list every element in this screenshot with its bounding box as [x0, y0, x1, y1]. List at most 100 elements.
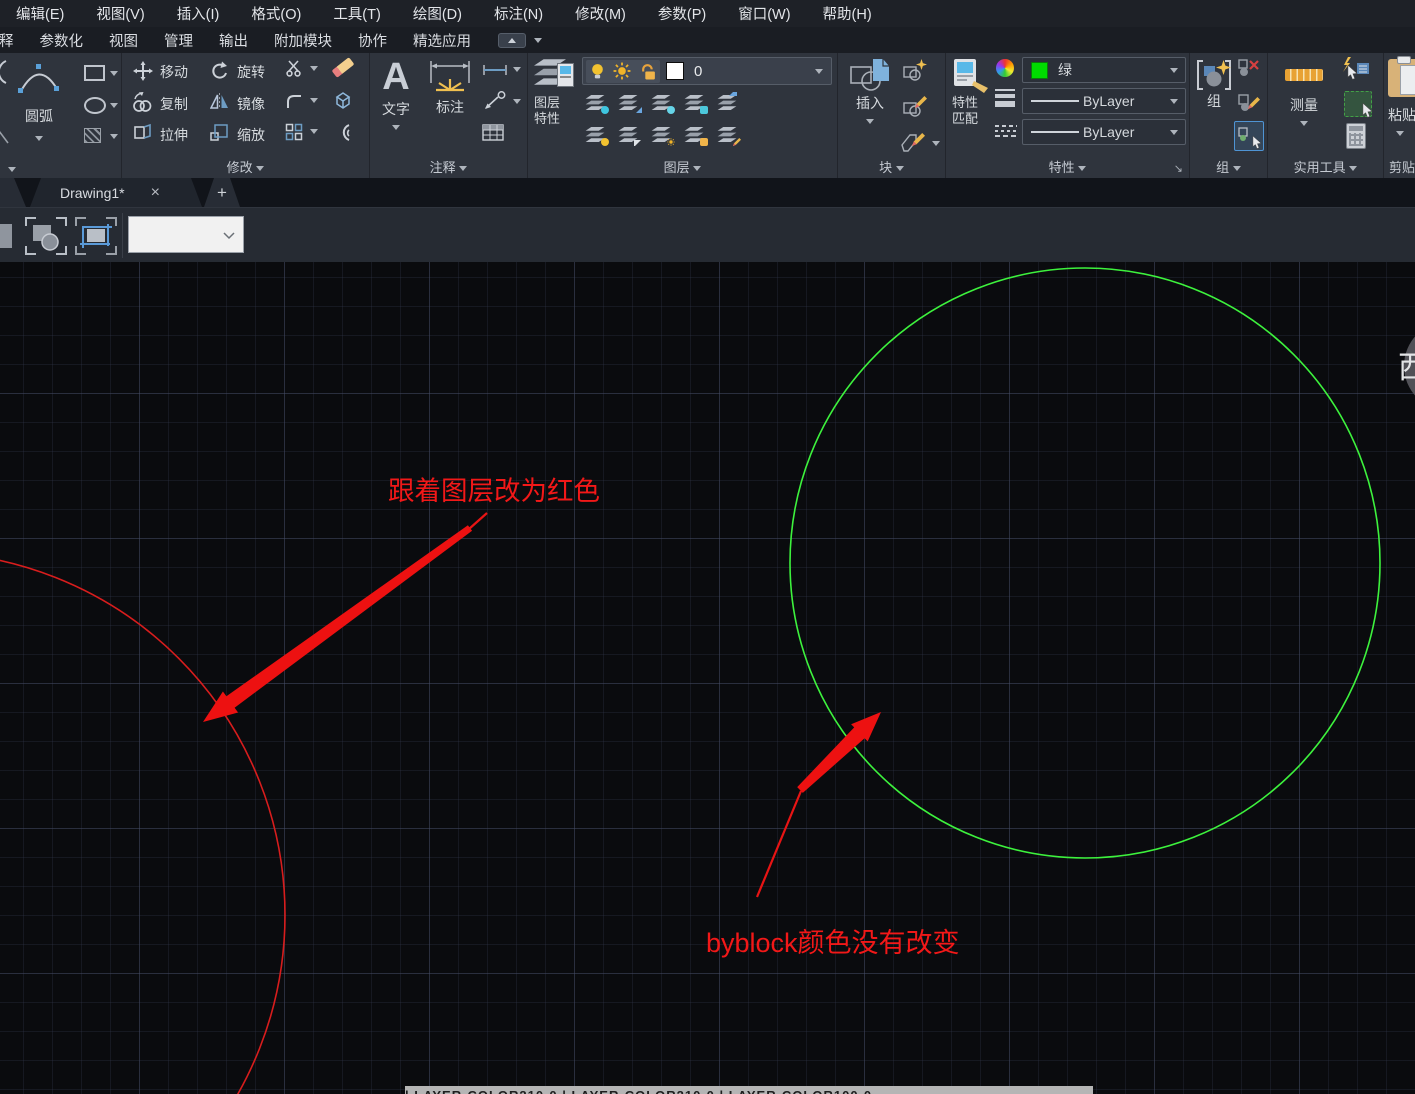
linetype-button[interactable] — [995, 125, 1017, 137]
linetype-dropdown[interactable]: ByLayer — [1022, 119, 1186, 145]
trim-caret-icon[interactable] — [310, 66, 318, 71]
panel-utilities-label[interactable]: 实用工具 — [1268, 157, 1383, 176]
file-tab-drawing1[interactable]: Drawing1* × — [30, 178, 202, 207]
group-edit-button[interactable] — [1238, 93, 1260, 113]
annotation-layer-text[interactable]: 跟着图层改为红色 — [388, 476, 600, 506]
linear-dim-button[interactable] — [482, 64, 508, 76]
drawing-canvas[interactable]: 跟着图层改为红色 byblock颜色没有改变 西 — [0, 262, 1415, 1094]
panel-modify-label[interactable]: 修改 — [122, 157, 369, 176]
arrow2-to-green-circle[interactable] — [797, 712, 881, 793]
erase-button[interactable] — [331, 57, 355, 78]
layer-lock-button[interactable] — [683, 95, 708, 114]
layer-walk-button[interactable] — [716, 127, 740, 144]
arrow1-to-red-circle[interactable] — [203, 525, 473, 722]
trim-button[interactable] — [285, 60, 303, 77]
mirror-label[interactable]: 镜像 — [237, 94, 265, 114]
ellipse-caret-icon[interactable] — [110, 103, 118, 108]
edit-attribute-caret-icon[interactable] — [932, 141, 940, 146]
layer-dropdown[interactable]: 0 — [582, 57, 832, 85]
panel-clipboard-label[interactable]: 剪贴 — [1384, 157, 1415, 176]
tab-view[interactable]: 视图 — [96, 30, 151, 51]
match-properties-button[interactable]: 特性 匹配 — [952, 57, 996, 127]
annotation-byblock-text[interactable]: byblock颜色没有改变 — [706, 928, 960, 958]
menu-item-edit[interactable]: 编辑(E) — [0, 3, 80, 24]
layer-color-swatch[interactable] — [666, 62, 684, 80]
paste-button[interactable]: 粘贴 — [1388, 56, 1415, 143]
array-button[interactable] — [285, 123, 304, 142]
menu-item-modify[interactable]: 修改(M) — [559, 3, 642, 24]
file-tab-partial[interactable] — [0, 178, 26, 207]
menu-item-help[interactable]: 帮助(H) — [807, 3, 888, 24]
rectangle-tool-button[interactable] — [84, 65, 105, 81]
move-label[interactable]: 移动 — [160, 62, 188, 82]
text-button[interactable]: A 文字 — [382, 55, 410, 137]
menu-item-view[interactable]: 视图(V) — [80, 3, 160, 24]
menu-item-draw[interactable]: 绘图(D) — [397, 3, 478, 24]
arrow1-tail[interactable] — [468, 512, 488, 530]
mirror-button[interactable] — [210, 92, 230, 110]
arrow2-tail[interactable] — [755, 790, 803, 898]
close-tab-icon[interactable]: × — [151, 184, 160, 202]
tab-featured-apps[interactable]: 精选应用 — [400, 30, 484, 51]
tab-annotate-partial[interactable]: 释 — [0, 30, 27, 51]
layer-thaw-button[interactable] — [650, 127, 674, 144]
green-circle-entity[interactable] — [789, 267, 1381, 859]
tab-manage[interactable]: 管理 — [151, 30, 206, 51]
properties-launcher-icon[interactable]: ↘ — [1174, 162, 1183, 175]
offset-button[interactable] — [333, 123, 353, 142]
ribbon-collapse-caret-icon[interactable] — [534, 37, 542, 43]
edit-attribute-button[interactable] — [900, 131, 926, 155]
menu-item-insert[interactable]: 插入(I) — [161, 3, 236, 24]
select-similar-button[interactable] — [1344, 91, 1372, 117]
quick-select-button[interactable] — [1340, 57, 1370, 83]
create-block-button[interactable] — [902, 59, 928, 81]
tab-addins[interactable]: 附加模块 — [261, 30, 345, 51]
layer-unisolate-button[interactable] — [584, 127, 609, 146]
object-color-dropdown[interactable]: 绿 — [1022, 57, 1186, 83]
calculator-button[interactable] — [1346, 123, 1366, 149]
panel-block-label[interactable]: 块 — [838, 157, 945, 176]
tab-collaborate[interactable]: 协作 — [345, 30, 400, 51]
leader-caret-icon[interactable] — [513, 99, 521, 104]
partial-toolbar-icon[interactable] — [0, 218, 16, 254]
dimension-button[interactable]: 标注 — [426, 59, 474, 117]
panel-group-label[interactable]: 组 — [1190, 157, 1267, 176]
make-current-button[interactable] — [716, 92, 740, 112]
panel-annotate-label[interactable]: 注释 — [370, 157, 527, 176]
stretch-label[interactable]: 拉伸 — [160, 125, 188, 145]
menu-item-format[interactable]: 格式(O) — [235, 3, 317, 24]
fillet-caret-icon[interactable] — [310, 98, 318, 103]
group-button[interactable]: 组 — [1194, 59, 1234, 111]
rotate-label[interactable]: 旋转 — [237, 62, 265, 82]
rectangle-caret-icon[interactable] — [110, 71, 118, 76]
edit-reference-button[interactable] — [24, 216, 68, 256]
scale-label[interactable]: 缩放 — [237, 125, 265, 145]
layer-dropdown-caret-icon[interactable] — [815, 68, 823, 74]
rotate-button[interactable] — [210, 61, 230, 81]
stretch-button[interactable] — [133, 123, 153, 142]
panel-layers-label[interactable]: 图层 — [528, 157, 837, 176]
reference-name-dropdown[interactable] — [128, 216, 244, 253]
lineweight-button[interactable] — [995, 89, 1015, 107]
clip-reference-button[interactable] — [74, 216, 118, 256]
layer-properties-button[interactable]: 图层 特性 — [534, 57, 578, 127]
new-tab-button[interactable]: + — [204, 178, 240, 207]
copy-button[interactable] — [132, 92, 153, 112]
hatch-tool-button[interactable] — [84, 128, 101, 143]
lineweight-dropdown[interactable]: ByLayer — [1022, 88, 1186, 114]
scale-button[interactable] — [210, 123, 230, 142]
ellipse-tool-button[interactable] — [84, 97, 106, 114]
edit-block-button[interactable] — [902, 95, 928, 117]
menu-item-window[interactable]: 窗口(W) — [722, 3, 806, 24]
explode-button[interactable] — [332, 90, 354, 110]
menu-item-parametric[interactable]: 参数(P) — [642, 3, 722, 24]
ribbon-collapse-button[interactable] — [498, 32, 526, 48]
linear-dim-caret-icon[interactable] — [513, 67, 521, 72]
color-wheel-button[interactable] — [996, 59, 1014, 77]
ungroup-button[interactable] — [1238, 59, 1260, 77]
hatch-caret-icon[interactable] — [110, 134, 118, 139]
table-button[interactable] — [482, 124, 504, 141]
layer-change-button[interactable] — [617, 127, 641, 146]
array-caret-icon[interactable] — [310, 129, 318, 134]
move-button[interactable] — [133, 61, 153, 81]
